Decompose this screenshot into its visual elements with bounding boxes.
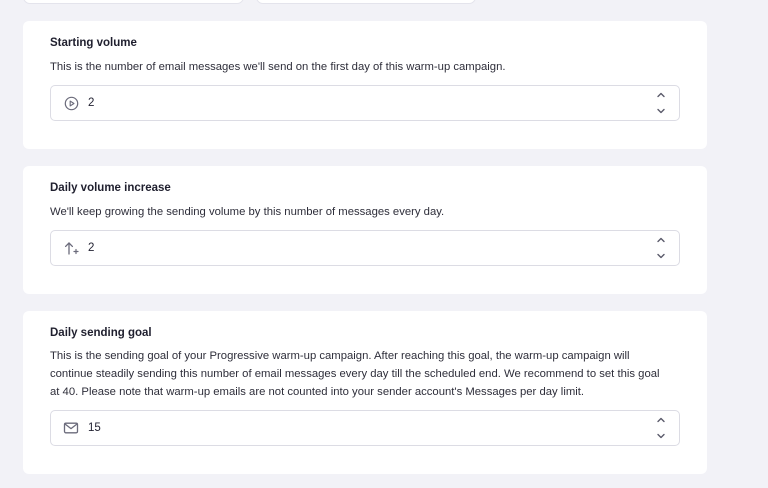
daily-goal-card: Daily sending goal This is the sending g… — [23, 311, 707, 474]
daily-goal-stepper[interactable] — [654, 414, 668, 442]
daily-increase-value[interactable]: 2 — [88, 242, 654, 254]
daily-increase-card: Daily volume increase We'll keep growing… — [23, 166, 707, 294]
daily-increase-title: Daily volume increase — [50, 182, 171, 194]
envelope-icon — [63, 420, 79, 436]
chevron-up-icon[interactable] — [655, 89, 667, 101]
starting-volume-stepper[interactable] — [654, 89, 668, 117]
chevron-down-icon[interactable] — [655, 430, 667, 442]
play-circle-icon — [63, 95, 79, 111]
top-tab-left[interactable] — [23, 0, 244, 4]
starting-volume-input[interactable]: 2 — [50, 85, 680, 121]
chevron-up-icon[interactable] — [655, 234, 667, 246]
daily-goal-input[interactable]: 15 — [50, 410, 680, 446]
daily-goal-description: This is the sending goal of your Progres… — [50, 350, 660, 398]
daily-increase-input[interactable]: 2 — [50, 230, 680, 266]
chevron-down-icon[interactable] — [655, 105, 667, 117]
top-tab-right[interactable] — [256, 0, 476, 4]
arrow-up-plus-icon — [63, 240, 79, 256]
starting-volume-title: Starting volume — [50, 37, 137, 49]
starting-volume-value[interactable]: 2 — [88, 97, 654, 109]
daily-goal-title: Daily sending goal — [50, 327, 152, 339]
daily-goal-value[interactable]: 15 — [88, 422, 654, 434]
chevron-down-icon[interactable] — [655, 250, 667, 262]
starting-volume-card: Starting volume This is the number of em… — [23, 21, 707, 149]
starting-volume-description: This is the number of email messages we'… — [50, 61, 506, 73]
daily-increase-stepper[interactable] — [654, 234, 668, 262]
chevron-up-icon[interactable] — [655, 414, 667, 426]
daily-increase-description: We'll keep growing the sending volume by… — [50, 206, 445, 218]
